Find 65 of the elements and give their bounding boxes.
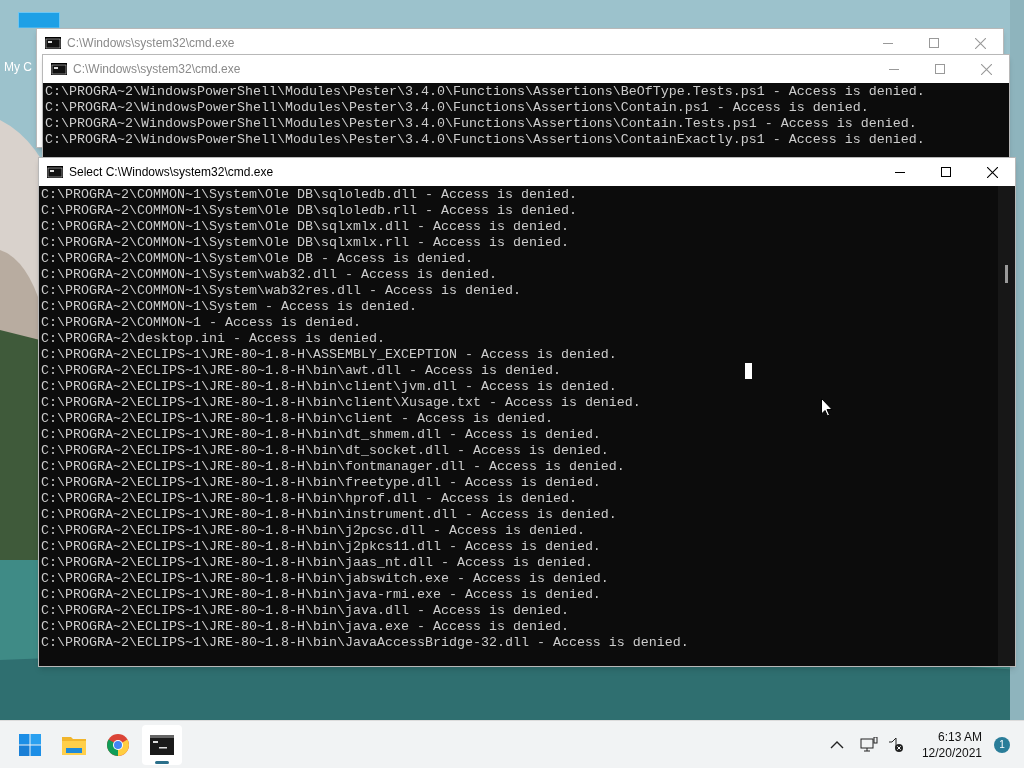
- monitor-icon[interactable]: [18, 12, 60, 28]
- mouse-pointer-icon: [821, 398, 833, 417]
- console-line: C:\PROGRA~2\ECLIPS~1\JRE-80~1.8-H\bin\jabswitch.exe - Access is denied.: [41, 571, 609, 587]
- console-line: C:\PROGRA~2\COMMON~1\System\wab32.dll - Access is denied.: [41, 267, 497, 283]
- maximize-icon: [935, 64, 945, 74]
- browser-icon: [107, 733, 129, 756]
- notification-count[interactable]: 1: [994, 736, 1010, 753]
- scrollbar[interactable]: [998, 186, 1015, 666]
- maximize-icon: [941, 167, 951, 177]
- console-icon: [45, 37, 61, 49]
- console-line: C:\PROGRA~2\ECLIPS~1\JRE-80~1.8-H\bin\client\jvm.dll - Access is denied.: [41, 379, 617, 395]
- console-line: C:\PROGRA~2\ECLIPS~1\JRE-80~1.8-H\bin\instrument.dll - Access is denied.: [41, 507, 617, 523]
- console-line: C:\PROGRA~2\COMMON~1\System\wab32res.dll - Access is denied.: [41, 283, 521, 299]
- console-icon: [150, 734, 174, 755]
- scrollbar-thumb[interactable]: [1005, 265, 1008, 283]
- folder-icon: [62, 734, 86, 755]
- console-line: C:\PROGRA~2\ECLIPS~1\JRE-80~1.8-H\bin\java.dll - Access is denied.: [41, 603, 569, 619]
- console-line: C:\PROGRA~2\ECLIPS~1\JRE-80~1.8-H\ASSEMBLY_EXCEPTION - Access is denied.: [41, 347, 617, 363]
- minimize-icon: [883, 42, 893, 44]
- text-cursor: [745, 363, 752, 379]
- console-line: C:\PROGRA~2\ECLIPS~1\JRE-80~1.8-H\bin\awt.dll - Access is denied.: [41, 363, 561, 379]
- close-icon: [986, 166, 998, 178]
- window-title: Select C:\Windows\system32\cmd.exe: [69, 164, 274, 181]
- console-line: C:\PROGRA~2\ECLIPS~1\JRE-80~1.8-H\bin\j2pcsc.dll - Access is denied.: [41, 523, 585, 539]
- console-line: C:\PROGRA~2\COMMON~1 - Access is denied.: [41, 315, 361, 331]
- console-line: C:\PROGRA~2\ECLIPS~1\JRE-80~1.8-H\bin\j2pkcs11.dll - Access is denied.: [41, 539, 601, 555]
- console-icon: [47, 166, 63, 178]
- close-icon: [974, 37, 986, 49]
- console-line: C:\PROGRA~2\COMMON~1\System\Ole DB\sqloledb.rll - Access is denied.: [41, 203, 577, 219]
- close-icon: [980, 63, 992, 75]
- chevron-up-icon[interactable]: [829, 740, 844, 749]
- console-line: C:\PROGRA~2\WindowsPowerShell\Modules\Pester\3.4.0\Functions\Assertions\Contain.ps1 - Access is denied.: [45, 100, 869, 116]
- console-line: C:\PROGRA~2\ECLIPS~1\JRE-80~1.8-H\bin\freetype.dll - Access is denied.: [41, 475, 601, 491]
- taskbar-app-button[interactable]: [142, 724, 182, 765]
- console-line: C:\PROGRA~2\WindowsPowerShell\Modules\Pester\3.4.0\Functions\Assertions\ContainExactly.ps1 - Access is denied.: [45, 132, 925, 148]
- window-title: C:\Windows\system32\cmd.exe: [73, 61, 241, 78]
- console-line: C:\PROGRA~2\ECLIPS~1\JRE-80~1.8-H\bin\jaas_nt.dll - Access is denied.: [41, 555, 593, 571]
- minimize-icon: [895, 171, 905, 173]
- maximize-icon: [929, 38, 939, 48]
- console-line: C:\PROGRA~2\desktop.ini - Access is denied.: [41, 331, 385, 347]
- console-line: C:\PROGRA~2\ECLIPS~1\JRE-80~1.8-H\bin\fontmanager.dll - Access is denied.: [41, 459, 625, 475]
- windows-logo-icon: [19, 733, 41, 756]
- running-indicator: [155, 760, 169, 764]
- console-line: C:\PROGRA~2\ECLIPS~1\JRE-80~1.8-H\bin\java-rmi.exe - Access is denied.: [41, 587, 601, 603]
- minimize-icon: [889, 68, 899, 70]
- console-line: C:\PROGRA~2\COMMON~1\System\Ole DB - Access is denied.: [41, 251, 473, 267]
- network-icon[interactable]: [859, 736, 878, 753]
- console-line: C:\PROGRA~2\COMMON~1\System\Ole DB\sqlxmlx.dll - Access is denied.: [41, 219, 569, 235]
- console-line: C:\PROGRA~2\COMMON~1\System\Ole DB\sqlxmlx.rll - Access is denied.: [41, 235, 569, 251]
- window-title: C:\Windows\system32\cmd.exe: [67, 35, 235, 52]
- console-line: C:\PROGRA~2\ECLIPS~1\JRE-80~1.8-H\bin\java.exe - Access is denied.: [41, 619, 569, 635]
- console-line: C:\PROGRA~2\ECLIPS~1\JRE-80~1.8-H\bin\dt_shmem.dll - Access is denied.: [41, 427, 601, 443]
- console-line: C:\PROGRA~2\COMMON~1\System - Access is denied.: [41, 299, 417, 315]
- console-icon: [51, 63, 67, 75]
- speaker-muted-icon[interactable]: [887, 736, 904, 753]
- console-line: C:\PROGRA~2\ECLIPS~1\JRE-80~1.8-H\bin\hprof.dll - Access is denied.: [41, 491, 577, 507]
- console-line: C:\PROGRA~2\WindowsPowerShell\Modules\Pester\3.4.0\Functions\Assertions\Contain.Tests.ps1 - Access is denied.: [45, 116, 917, 132]
- console-line: C:\PROGRA~2\ECLIPS~1\JRE-80~1.8-H\bin\JavaAccessBridge-32.dll - Access is denied.: [41, 635, 689, 651]
- console-line: C:\PROGRA~2\ECLIPS~1\JRE-80~1.8-H\bin\client - Access is denied.: [41, 411, 553, 427]
- console-line: C:\PROGRA~2\COMMON~1\System\Ole DB\sqloledb.dll - Access is denied.: [41, 187, 577, 203]
- clock-date[interactable]: 12/20/2021: [921, 744, 982, 761]
- console-line: C:\PROGRA~2\WindowsPowerShell\Modules\Pester\3.4.0\Functions\Assertions\BeOfType.Tests.ps1 - Access is denied.: [45, 84, 925, 100]
- console-line: C:\PROGRA~2\ECLIPS~1\JRE-80~1.8-H\bin\client\Xusage.txt - Access is denied.: [41, 395, 641, 411]
- console-line: C:\PROGRA~2\ECLIPS~1\JRE-80~1.8-H\bin\dt_socket.dll - Access is denied.: [41, 443, 609, 459]
- clock-time[interactable]: 6:13 AM: [937, 728, 982, 745]
